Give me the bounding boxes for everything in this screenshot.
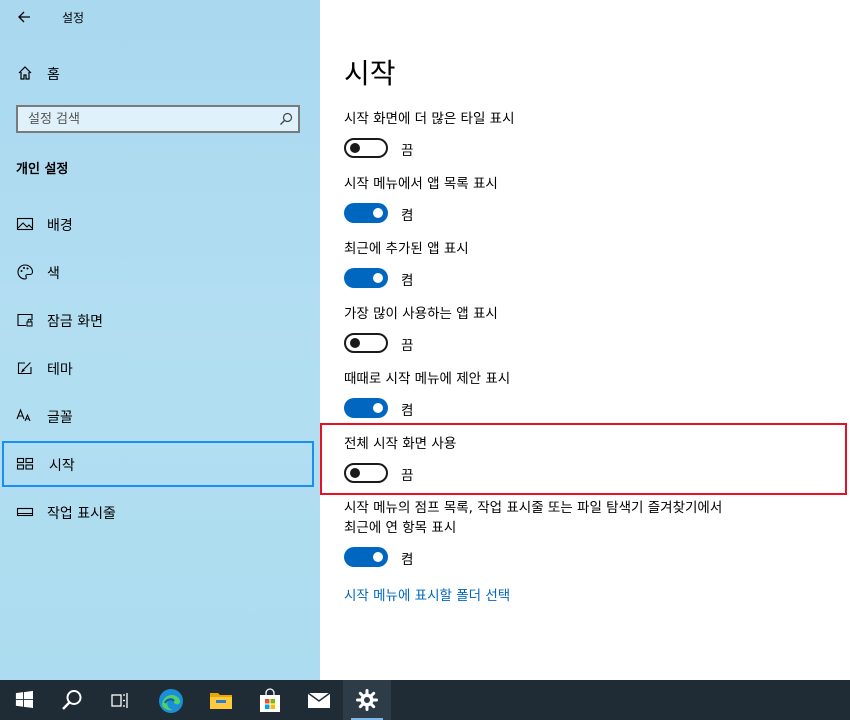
toggle-knob [350,468,360,478]
taskbar-store-button[interactable] [245,680,293,720]
taskbar-file-explorer-button[interactable] [196,680,244,720]
sidebar-item-color[interactable]: 색 [0,249,320,295]
setting-most-used: 가장 많이 사용하는 앱 표시 끔 [344,304,824,358]
setting-full-screen: 전체 시작 화면 사용 끔 [344,434,824,488]
toggle-knob [350,143,360,153]
store-icon [260,688,280,712]
sidebar-item-label: 색 [47,266,60,282]
task-view-icon [111,693,128,708]
sidebar-item-lock-screen[interactable]: 잠금 화면 [0,297,320,343]
toggle-knob [373,403,383,413]
sidebar-item-label: 잠금 화면 [47,314,103,330]
taskbar-settings-button[interactable] [343,680,391,720]
sidebar-item-label: 작업 표시줄 [47,506,116,522]
toggle-app-list[interactable]: 켬 [344,202,824,228]
nav-home[interactable]: 홈 [0,58,320,88]
back-button[interactable] [12,6,36,28]
sidebar-item-label: 시작 [49,458,75,474]
toggle-most-used[interactable]: 끔 [344,332,824,358]
toggle-full-screen[interactable]: 끔 [344,462,824,488]
toggle-switch[interactable] [344,333,388,353]
toggle-suggestions[interactable]: 켬 [344,397,824,423]
toggle-recent-items[interactable]: 켬 [344,546,824,572]
toggle-knob [373,208,383,218]
setting-label: 최근에 추가된 앱 표시 [344,241,469,257]
toggle-state: 끔 [401,468,414,484]
toggle-recent-apps[interactable]: 켬 [344,267,824,293]
toggle-switch[interactable] [344,398,388,418]
home-icon [18,66,32,80]
taskbar-mail-button[interactable] [294,680,342,720]
taskbar-icon [16,507,34,517]
toggle-knob [350,338,360,348]
taskbar [0,680,850,720]
setting-label: 시작 화면에 더 많은 타일 표시 [344,111,515,127]
setting-app-list: 시작 메뉴에서 앱 목록 표시 켬 [344,174,824,228]
toggle-switch[interactable] [344,203,388,223]
sidebar-item-fonts[interactable]: 글꼴 [0,393,320,439]
sidebar-item-label: 배경 [47,218,73,234]
taskbar-search-button[interactable] [48,680,96,720]
setting-label: 전체 시작 화면 사용 [344,436,457,452]
sidebar-item-background[interactable]: 배경 [0,201,320,247]
settings-icon [356,689,378,711]
search-box[interactable] [16,105,300,133]
toggle-knob [373,273,383,283]
toggle-state: 끔 [401,143,414,159]
section-title: 개인 설정 [16,162,69,177]
palette-icon [17,264,34,280]
toggle-switch[interactable] [344,463,388,483]
main-content: 시작 시작 화면에 더 많은 타일 표시 끔 시작 메뉴에서 앱 목록 표시 켬… [320,0,850,680]
setting-label: 시작 메뉴의 점프 목록, 작업 표시줄 또는 파일 탐색기 즐겨찾기에서 [344,500,723,516]
search-input[interactable] [18,107,288,131]
edge-icon [159,689,183,713]
start-icon [16,457,34,470]
setting-recent-apps: 최근에 추가된 앱 표시 켬 [344,239,824,293]
home-label: 홈 [47,67,60,83]
taskbar-task-view-button[interactable] [96,680,144,720]
toggle-knob [373,552,383,562]
app-title: 설정 [62,11,85,25]
windows-start-icon [15,690,33,708]
font-icon [16,408,31,422]
theme-icon [17,362,32,375]
search-icon[interactable] [278,111,294,127]
toggle-switch[interactable] [344,547,388,567]
toggle-switch[interactable] [344,268,388,288]
taskbar-edge-button[interactable] [146,680,194,720]
toggle-state: 켬 [401,552,414,568]
sidebar-item-taskbar[interactable]: 작업 표시줄 [0,489,320,535]
toggle-state: 켬 [401,273,414,289]
setting-label: 때때로 시작 메뉴에 제안 표시 [344,371,511,387]
search-icon [62,690,82,710]
back-arrow-icon [18,11,30,23]
toggle-state: 켬 [401,403,414,419]
setting-recent-items: 시작 메뉴의 점프 목록, 작업 표시줄 또는 파일 탐색기 즐겨찾기에서 최근… [344,498,824,572]
picture-icon [16,217,34,231]
toggle-switch[interactable] [344,138,388,158]
setting-suggestions: 때때로 시작 메뉴에 제안 표시 켬 [344,369,824,423]
mail-icon [307,692,331,708]
sidebar-item-label: 테마 [47,362,73,378]
sidebar: 설정 홈 개인 설정 배경 색 잠금 화면 [0,0,320,680]
lock-screen-icon [17,313,33,327]
page-title: 시작 [344,57,396,90]
setting-more-tiles: 시작 화면에 더 많은 타일 표시 끔 [344,109,824,163]
toggle-more-tiles[interactable]: 끔 [344,137,824,163]
choose-folders-link[interactable]: 시작 메뉴에 표시할 폴더 선택 [344,584,510,604]
title-bar: 설정 [0,0,320,34]
sidebar-item-start[interactable]: 시작 [2,441,314,487]
setting-label-line2: 최근에 연 항목 표시 [344,520,457,536]
setting-label: 가장 많이 사용하는 앱 표시 [344,306,498,322]
file-explorer-icon [210,693,232,709]
setting-label: 시작 메뉴에서 앱 목록 표시 [344,176,498,192]
toggle-state: 끔 [401,338,414,354]
taskbar-start-button[interactable] [0,680,48,720]
toggle-state: 켬 [401,208,414,224]
sidebar-item-theme[interactable]: 테마 [0,345,320,391]
sidebar-item-label: 글꼴 [47,410,73,426]
